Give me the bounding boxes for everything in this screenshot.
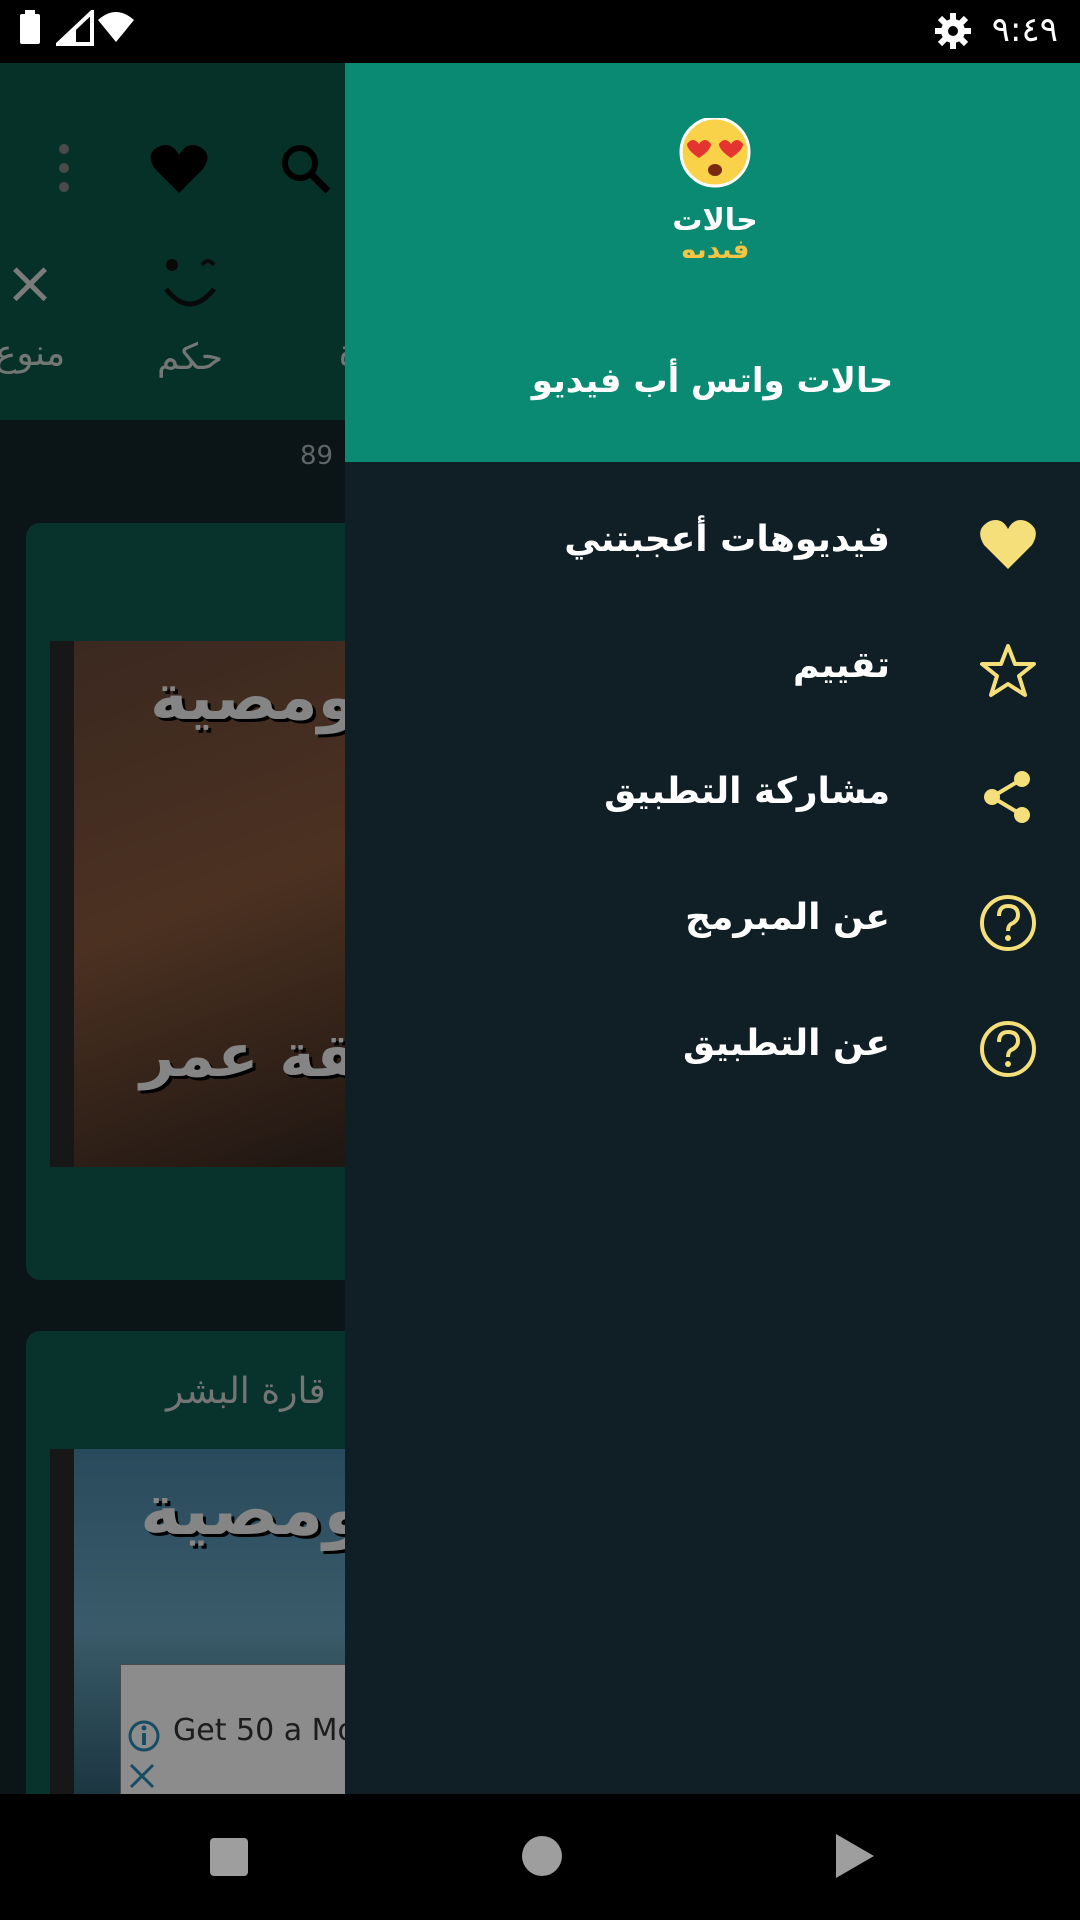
menu-item-label: عن التطبيق [683, 1023, 890, 1064]
drawer-header: حالات فيديو حالات واتس أب فيديو [345, 63, 1080, 462]
heart-icon [980, 520, 1036, 569]
system-nav-bar [0, 1794, 1080, 1920]
status-bar: ٩:٤٩ [0, 0, 1080, 63]
help-icon [980, 895, 1036, 951]
help-icon [980, 1021, 1036, 1077]
share-icon [984, 771, 1030, 823]
menu-item-label: فيديوهات أعجبتني [564, 519, 890, 560]
app-logo: حالات فيديو [645, 116, 785, 265]
menu-item-share[interactable]: مشاركة التطبيق [345, 743, 1080, 853]
battery-icon [20, 10, 40, 44]
menu-item-liked-videos[interactable]: فيديوهات أعجبتني [345, 491, 1080, 601]
clock: ٩:٤٩ [991, 10, 1058, 50]
recents-icon[interactable] [208, 1836, 250, 1878]
navigation-drawer: حالات فيديو حالات واتس أب فيديو فيديوهات… [345, 63, 1080, 1794]
menu-item-about-developer[interactable]: عن المبرمج [345, 869, 1080, 979]
drawer-title: حالات واتس أب فيديو [531, 361, 894, 401]
settings-icon [935, 13, 971, 49]
star-icon [980, 644, 1036, 697]
logo-line-2: فيديو [679, 235, 750, 258]
signal-icon [56, 10, 94, 46]
menu-item-rate[interactable]: تقييم [345, 617, 1080, 727]
drawer-scrim[interactable] [0, 63, 345, 1794]
home-icon[interactable] [520, 1834, 564, 1878]
emoji-bubble-icon: حالات فيديو [672, 116, 758, 265]
menu-item-label: تقييم [792, 645, 890, 686]
wifi-icon [98, 12, 134, 42]
menu-item-about-app[interactable]: عن التطبيق [345, 995, 1080, 1105]
back-icon[interactable] [832, 1832, 876, 1880]
logo-line-1: حالات [672, 203, 757, 238]
menu-item-label: مشاركة التطبيق [604, 771, 890, 812]
menu-item-label: عن المبرمج [685, 897, 890, 938]
